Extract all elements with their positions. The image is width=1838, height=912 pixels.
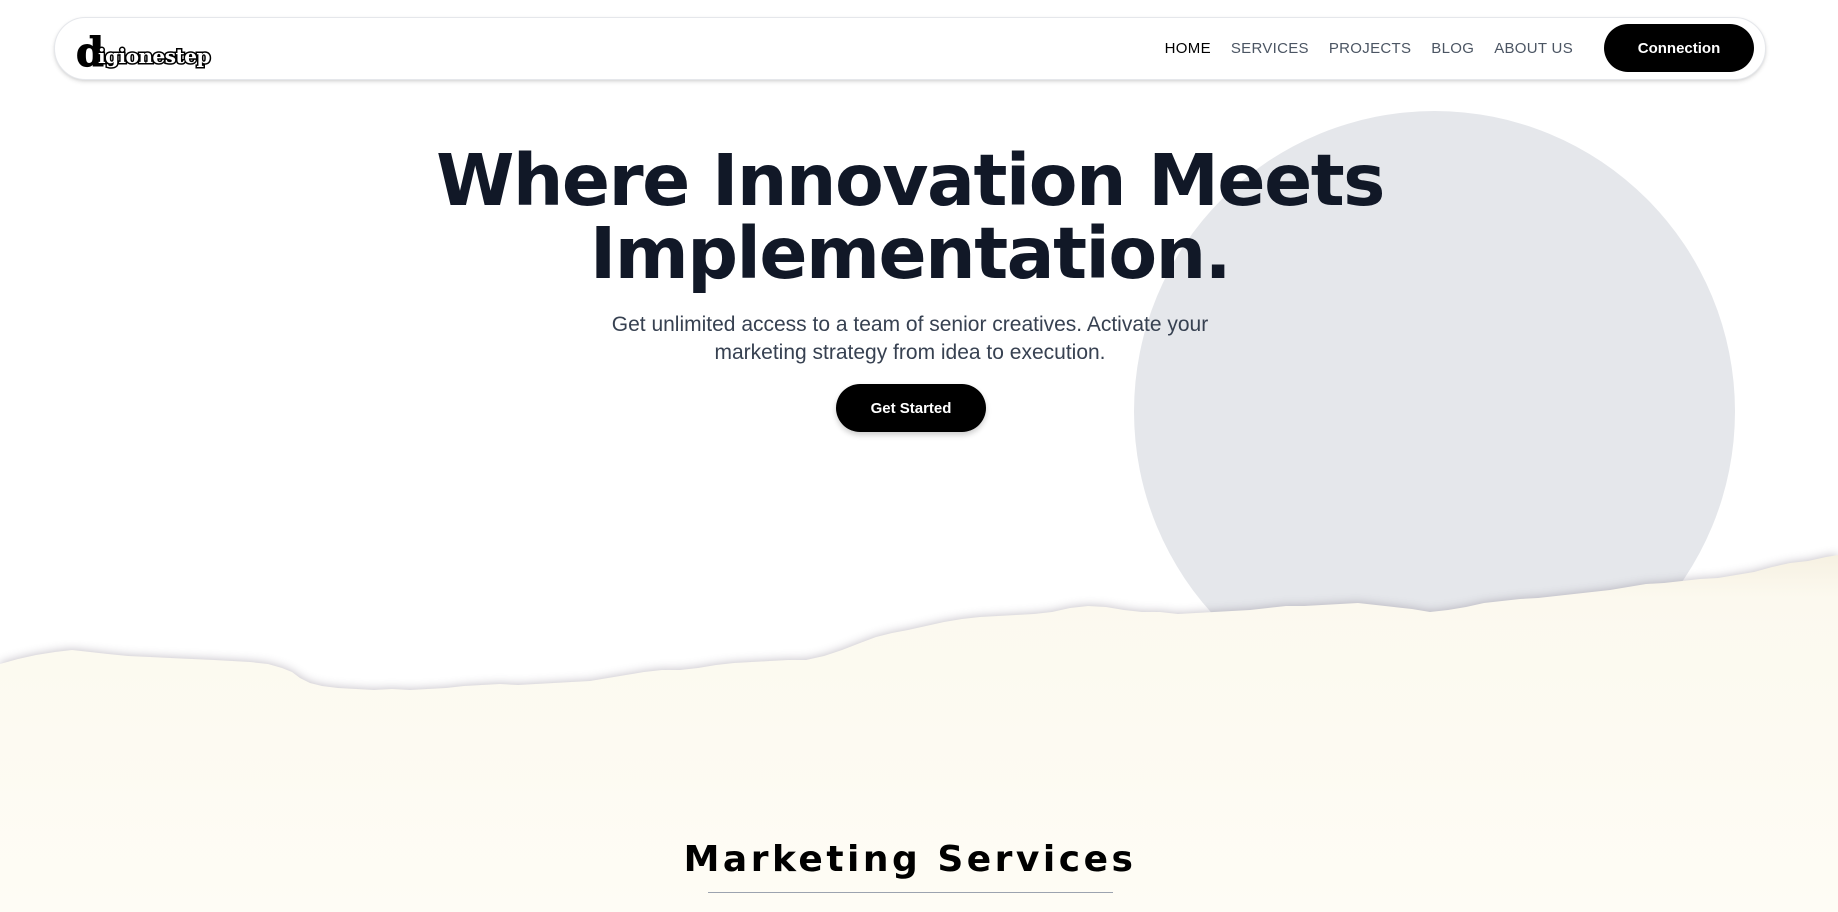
nav-item-home[interactable]: HOME <box>1165 40 1211 57</box>
brand-logo[interactable]: d igionestep <box>76 29 212 73</box>
logo-wordmark: igionestep <box>96 44 212 69</box>
section-title-marketing-services: Marketing Services <box>683 839 1137 880</box>
torn-paper-divider <box>0 555 1838 912</box>
nav-item-projects[interactable]: PROJECTS <box>1329 40 1411 57</box>
site-header: d igionestep HOME SERVICES PROJECTS BLOG… <box>54 17 1766 80</box>
hero-title-line-2: Implementation. <box>589 212 1232 295</box>
hero-subtitle-line-1: Get unlimited access to a team of senior… <box>611 313 1209 336</box>
hero-title: Where Innovation Meets Implementation. <box>0 144 1820 290</box>
nav-item-blog[interactable]: BLOG <box>1431 40 1474 57</box>
hero-title-line-1: Where Innovation Meets <box>436 139 1385 222</box>
hero-subtitle: Get unlimited access to a team of senior… <box>0 311 1820 367</box>
main-nav: HOME SERVICES PROJECTS BLOG ABOUT US <box>1165 18 1573 79</box>
nav-item-services[interactable]: SERVICES <box>1231 40 1309 57</box>
hero-subtitle-line-2: marketing strategy from idea to executio… <box>714 341 1106 364</box>
get-started-button[interactable]: Get Started <box>836 384 986 432</box>
connection-button[interactable]: Connection <box>1604 24 1754 72</box>
nav-item-about-us[interactable]: ABOUT US <box>1494 40 1573 57</box>
section-title-underline <box>708 892 1113 893</box>
